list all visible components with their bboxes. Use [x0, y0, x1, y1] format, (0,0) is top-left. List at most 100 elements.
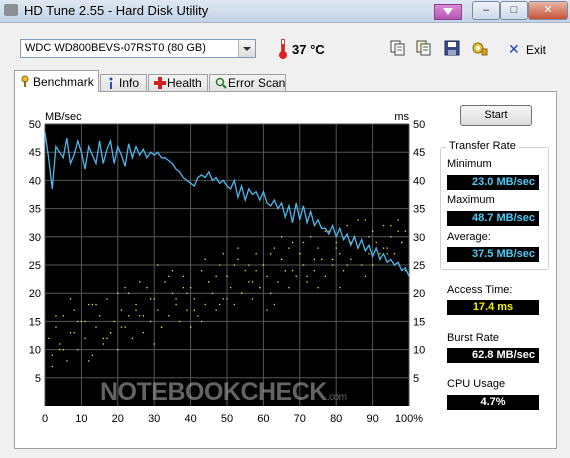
access-time-point: [215, 309, 217, 311]
access-time-point: [131, 337, 134, 340]
minimize-button[interactable]: –: [472, 1, 500, 20]
access-time-point: [317, 286, 319, 289]
tab-info[interactable]: Info: [100, 74, 147, 91]
access-time-point: [313, 258, 316, 261]
access-time-point: [128, 292, 130, 294]
access-time-point: [277, 281, 279, 283]
access-time-point: [390, 224, 392, 227]
watermark-suffix: .com: [326, 392, 347, 403]
hd-tune-window: HD Tune 2.55 - Hard Disk Utility – □ ✕ W…: [0, 0, 570, 458]
y-tick-label-right: 30: [413, 232, 425, 244]
access-time-point: [364, 219, 367, 221]
access-time-point: [120, 326, 123, 328]
access-time-point: [149, 298, 152, 300]
access-time-point: [284, 270, 286, 272]
tab-down-icon[interactable]: [434, 4, 462, 20]
access-time-point: [135, 303, 137, 306]
copy-text-icon[interactable]: [415, 39, 433, 57]
cpu-usage-label: CPU Usage: [447, 378, 506, 390]
window-title: HD Tune 2.55 - Hard Disk Utility: [24, 3, 209, 18]
access-time-point: [80, 320, 83, 323]
access-time-point: [99, 315, 101, 317]
save-icon[interactable]: [443, 39, 461, 57]
access-time-point: [95, 326, 97, 328]
access-time-point: [106, 298, 108, 300]
access-time-point: [88, 303, 90, 306]
access-time-point: [335, 241, 337, 244]
access-time-point: [372, 264, 374, 266]
access-time-point: [153, 343, 155, 345]
access-time-point: [299, 253, 301, 255]
drive-select[interactable]: WDC WD800BEVS-07RST0 (80 GB): [20, 39, 256, 58]
access-time-point: [310, 236, 312, 238]
options-icon[interactable]: [471, 39, 489, 57]
start-button[interactable]: Start: [460, 105, 532, 126]
access-time-point: [66, 360, 68, 362]
access-time-point: [160, 326, 163, 328]
title-bar: HD Tune 2.55 - Hard Disk Utility – □ ✕: [0, 0, 570, 23]
access-time-point: [368, 253, 370, 255]
access-time-label: Access Time:: [447, 284, 513, 296]
maximum-label: Maximum: [447, 194, 495, 206]
maximum-value: 48.7 MB/sec: [447, 211, 539, 226]
access-time-point: [58, 343, 61, 345]
access-time-point: [124, 286, 126, 289]
access-time-point: [219, 264, 221, 266]
maximize-button[interactable]: □: [500, 1, 528, 20]
access-time-point: [146, 286, 148, 289]
y-tick-label-left: 5: [35, 373, 41, 385]
access-time-point: [153, 298, 155, 300]
access-time-point: [182, 275, 185, 277]
access-time-point: [142, 315, 144, 317]
copy-icon[interactable]: [389, 39, 407, 57]
info-icon: [106, 77, 116, 89]
access-time-point: [109, 332, 112, 334]
access-time-point: [302, 241, 305, 244]
access-time-point: [193, 298, 195, 300]
x-tick-label: 30: [148, 413, 160, 423]
access-time-point: [73, 332, 75, 334]
y-tick-label-right: 40: [413, 175, 425, 187]
access-time-point: [404, 230, 407, 232]
average-label: Average:: [447, 231, 491, 243]
benchmark-chart: 5 5 10 10 15 15 20 20 25 25 30 30 35 35 40 40 45 45 50 50 0 1…: [14, 103, 434, 425]
access-time-point: [306, 275, 308, 277]
access-time-point: [281, 236, 283, 238]
y-tick-label-right: 15: [413, 316, 425, 328]
chevron-down-icon[interactable]: [238, 40, 255, 57]
tab-health[interactable]: Health: [148, 74, 208, 91]
access-time-point: [204, 258, 206, 261]
access-time-point: [368, 236, 370, 238]
burst-rate-value: 62.8 MB/sec: [447, 348, 539, 363]
access-time-point: [139, 315, 141, 317]
x-tick-label: 80: [330, 413, 342, 423]
tab-error-scan[interactable]: Error Scan: [209, 74, 286, 91]
access-time-point: [88, 360, 90, 362]
access-time-point: [364, 275, 367, 277]
access-time-point: [193, 309, 195, 311]
watermark-text: NOTEBOOKCHECK: [100, 378, 327, 406]
y-tick-label-right: 45: [413, 147, 425, 159]
y-tick-label-right: 20: [413, 288, 425, 300]
access-time-point: [382, 224, 385, 227]
cpu-usage-value: 4.7%: [447, 395, 539, 410]
access-time-point: [350, 258, 352, 261]
access-time-point: [331, 264, 334, 266]
access-time-point: [266, 309, 268, 311]
access-time-point: [175, 303, 177, 306]
tab-benchmark[interactable]: Benchmark: [14, 70, 99, 92]
access-time-point: [55, 326, 57, 328]
access-time-point: [302, 264, 305, 266]
minimum-value: 23.0 MB/sec: [447, 175, 539, 190]
access-time-point: [291, 241, 294, 244]
access-time-point: [222, 298, 225, 300]
access-time-point: [255, 253, 257, 255]
access-time-point: [361, 264, 363, 266]
access-time-point: [270, 292, 272, 294]
y-tick-label-right: 5: [413, 373, 419, 385]
close-button[interactable]: ✕: [528, 1, 568, 20]
access-time-point: [95, 303, 97, 306]
tab-label: Health: [167, 76, 202, 90]
access-time-point: [164, 281, 166, 283]
access-time-point: [84, 337, 86, 340]
